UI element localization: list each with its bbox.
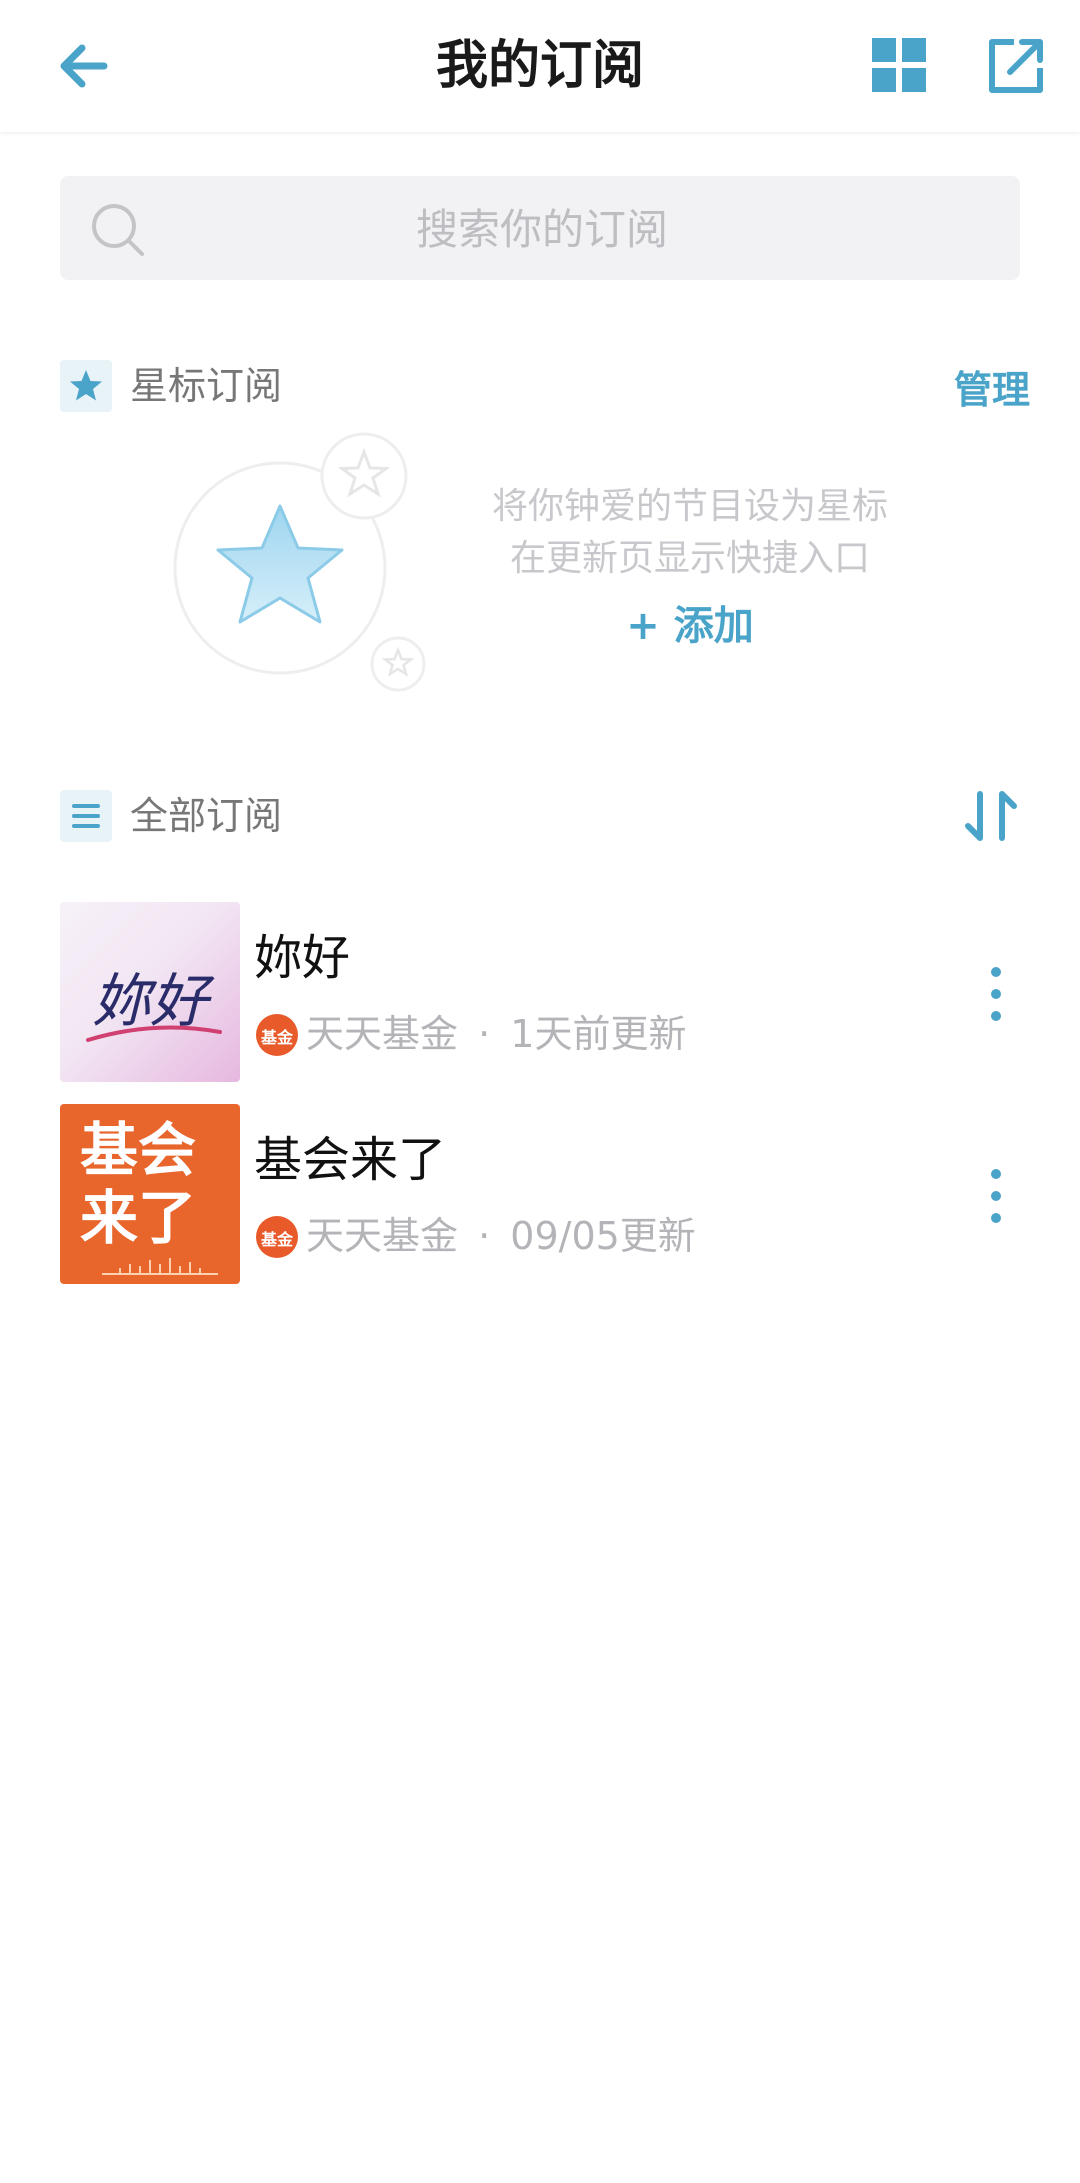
- search-icon: [88, 200, 148, 260]
- meta-separator: ·: [478, 1012, 491, 1056]
- subscription-item[interactable]: 妳好 妳好 基金 天天基金 · 1天前更新: [60, 902, 1020, 1082]
- sort-button[interactable]: [962, 786, 1020, 846]
- subscription-item[interactable]: 基会来了 基会来了 基金 天天基金 · 09/05更新: [60, 1104, 1020, 1284]
- star-empty-hint-line2: 在更新页显示快捷入口: [509, 538, 870, 579]
- item-title: 妳好: [254, 930, 351, 986]
- update-time: 1天前更新: [510, 1012, 687, 1056]
- star-section-icon: [60, 360, 112, 412]
- publisher-logo: 基金: [256, 1014, 298, 1056]
- share-button[interactable]: [984, 34, 1048, 98]
- all-section-title: 全部订阅: [130, 794, 283, 838]
- list-section-icon: [60, 790, 112, 842]
- podcast-cover: 妳好: [60, 902, 240, 1082]
- grid-view-button[interactable]: [868, 34, 932, 98]
- search-input[interactable]: [150, 176, 934, 282]
- star-empty-illustration: [170, 428, 440, 698]
- external-link-icon: [989, 39, 1043, 93]
- item-title: 基会来了: [254, 1132, 447, 1188]
- sort-icon: [965, 791, 1017, 841]
- more-vertical-icon: [991, 1169, 1001, 1223]
- cover-title: 基会来了: [80, 1116, 197, 1252]
- manage-button[interactable]: 管理: [930, 360, 1030, 420]
- more-button[interactable]: [966, 1164, 1026, 1228]
- starred-section-title: 星标订阅: [130, 364, 283, 408]
- item-meta: 天天基金 · 1天前更新: [306, 1002, 686, 1066]
- podcast-cover: 基会来了: [60, 1104, 240, 1284]
- publisher-name: 天天基金: [306, 1012, 459, 1056]
- star-empty-hint-line1: 将你钟爱的节目设为星标: [491, 486, 888, 527]
- publisher-logo: 基金: [256, 1216, 298, 1258]
- grid-icon: [872, 38, 926, 92]
- add-star-button[interactable]: + 添加: [620, 596, 760, 656]
- update-time: 09/05更新: [510, 1214, 696, 1258]
- publisher-name: 天天基金: [306, 1214, 459, 1258]
- more-button[interactable]: [966, 962, 1026, 1026]
- meta-separator: ·: [478, 1214, 491, 1258]
- item-meta: 天天基金 · 09/05更新: [306, 1204, 696, 1268]
- more-vertical-icon: [991, 967, 1001, 1021]
